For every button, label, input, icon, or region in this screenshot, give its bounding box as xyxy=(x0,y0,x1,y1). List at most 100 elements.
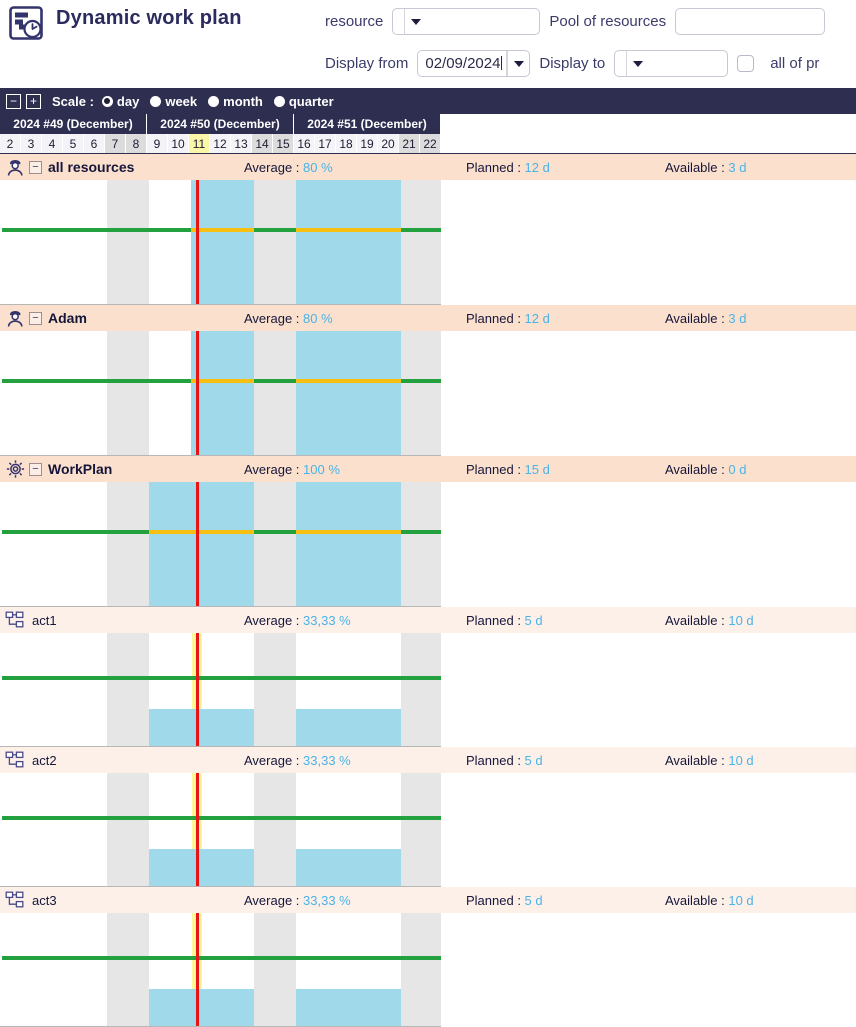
day-header-cell[interactable]: 3 xyxy=(21,134,42,153)
display-to-datepicker[interactable] xyxy=(614,50,728,77)
scale-option-quarter[interactable]: quarter xyxy=(274,94,334,109)
pool-of-resources-input[interactable] xyxy=(675,8,825,35)
row-expander-toggle[interactable]: − xyxy=(29,312,42,325)
day-header-cell[interactable]: 2 xyxy=(0,134,21,153)
page-title: Dynamic work plan xyxy=(56,7,242,30)
load-bar[interactable] xyxy=(191,180,254,305)
planned-value: 5 d xyxy=(525,893,543,908)
average-label: Average : xyxy=(244,311,303,326)
row-chart[interactable] xyxy=(0,180,441,305)
weekend-column xyxy=(422,633,441,746)
capacity-ok-line xyxy=(2,956,296,960)
day-header-cell[interactable]: 5 xyxy=(63,134,84,153)
radio-quarter-icon[interactable] xyxy=(274,96,285,107)
row-chart[interactable] xyxy=(0,331,441,456)
planned-label: Planned : xyxy=(466,613,525,628)
load-bar[interactable] xyxy=(149,849,254,887)
day-header-cell[interactable]: 11 xyxy=(189,134,210,153)
weekend-column xyxy=(401,773,422,886)
weekend-column xyxy=(401,482,422,606)
row-expander-toggle[interactable]: − xyxy=(29,161,42,174)
chevron-down-icon[interactable] xyxy=(507,51,530,76)
day-header-cell[interactable]: 9 xyxy=(147,134,168,153)
day-header-cell[interactable]: 16 xyxy=(294,134,315,153)
day-header-cell[interactable]: 17 xyxy=(315,134,336,153)
day-header-cell[interactable]: 14 xyxy=(252,134,273,153)
planned-label: Planned : xyxy=(466,893,525,908)
row-header[interactable]: −WorkPlanAverage : 100 %Planned : 15 dAv… xyxy=(0,456,856,482)
day-header-cell[interactable]: 4 xyxy=(42,134,63,153)
gear-icon xyxy=(5,459,26,479)
capacity-ok-line xyxy=(2,530,149,534)
load-bar[interactable] xyxy=(296,849,401,887)
resource-select[interactable] xyxy=(392,8,540,35)
weekend-column xyxy=(128,633,149,746)
chevron-down-icon[interactable] xyxy=(626,51,649,76)
expand-all-button[interactable]: + xyxy=(26,94,41,109)
weekend-column xyxy=(254,331,275,455)
row-chart[interactable] xyxy=(0,773,441,887)
day-header-cell[interactable]: 20 xyxy=(378,134,399,153)
load-bar[interactable] xyxy=(296,709,401,747)
day-header-cell[interactable]: 7 xyxy=(105,134,126,153)
row-chart[interactable] xyxy=(0,482,441,607)
page-header: Dynamic work plan resource Pool of resou… xyxy=(0,0,856,88)
display-from-value[interactable]: 02/09/2024 xyxy=(418,51,507,76)
row-header[interactable]: act1Average : 33,33 %Planned : 5 dAvaila… xyxy=(0,607,856,633)
day-header-cell[interactable]: 12 xyxy=(210,134,231,153)
weekend-column xyxy=(422,482,441,606)
row-chart[interactable] xyxy=(0,913,441,1027)
workplan-rows: −all resourcesAverage : 80 %Planned : 12… xyxy=(0,154,856,1027)
row-planned: Planned : 5 d xyxy=(466,613,543,628)
chevron-down-icon[interactable] xyxy=(404,9,427,34)
scale-option-week[interactable]: week xyxy=(150,94,197,109)
row-name: act2 xyxy=(32,753,57,768)
weekend-column xyxy=(128,180,149,304)
planned-value: 12 d xyxy=(525,160,550,175)
day-header-cell[interactable]: 15 xyxy=(273,134,294,153)
row-header[interactable]: act3Average : 33,33 %Planned : 5 dAvaila… xyxy=(0,887,856,913)
weekend-column xyxy=(275,331,296,455)
row-header[interactable]: −AdamAverage : 80 %Planned : 12 dAvailab… xyxy=(0,305,856,331)
day-header-cell[interactable]: 19 xyxy=(357,134,378,153)
radio-day-icon[interactable] xyxy=(102,96,113,107)
weekend-column xyxy=(254,913,275,1026)
weekend-column xyxy=(275,180,296,304)
available-label: Available : xyxy=(665,753,728,768)
all-projects-checkbox[interactable] xyxy=(737,55,754,72)
day-header-cell[interactable]: 10 xyxy=(168,134,189,153)
row-expander-toggle[interactable]: − xyxy=(29,463,42,476)
radio-week-icon[interactable] xyxy=(150,96,161,107)
capacity-ok-line xyxy=(296,816,441,820)
scale-label: Scale : xyxy=(52,94,94,109)
weekend-column xyxy=(401,913,422,1026)
load-bar[interactable] xyxy=(191,331,254,456)
weekend-column xyxy=(401,633,422,746)
day-header-cell[interactable]: 22 xyxy=(420,134,441,153)
load-bar[interactable] xyxy=(149,709,254,747)
load-bar[interactable] xyxy=(149,989,254,1027)
load-bar[interactable] xyxy=(149,482,254,607)
collapse-all-button[interactable]: − xyxy=(6,94,21,109)
load-bar[interactable] xyxy=(296,989,401,1027)
scale-option-day[interactable]: day xyxy=(102,94,139,109)
day-header-cell[interactable]: 18 xyxy=(336,134,357,153)
day-header-cell[interactable]: 8 xyxy=(126,134,147,153)
load-bar[interactable] xyxy=(296,331,401,456)
row-chart[interactable] xyxy=(0,633,441,747)
row-header[interactable]: −all resourcesAverage : 80 %Planned : 12… xyxy=(0,154,856,180)
day-header-cell[interactable]: 21 xyxy=(399,134,420,153)
load-bar[interactable] xyxy=(296,482,401,607)
row-header[interactable]: act2Average : 33,33 %Planned : 5 dAvaila… xyxy=(0,747,856,773)
today-marker-line xyxy=(196,633,199,746)
display-from-datepicker[interactable]: 02/09/2024 xyxy=(417,50,530,77)
load-bar[interactable] xyxy=(296,180,401,305)
radio-month-icon[interactable] xyxy=(208,96,219,107)
row-planned: Planned : 12 d xyxy=(466,311,550,326)
row-planned: Planned : 15 d xyxy=(466,462,550,477)
scale-option-month[interactable]: month xyxy=(208,94,263,109)
available-label: Available : xyxy=(665,462,728,477)
day-header-cell[interactable]: 6 xyxy=(84,134,105,153)
day-header-cell[interactable]: 13 xyxy=(231,134,252,153)
capacity-ok-line xyxy=(401,228,441,232)
